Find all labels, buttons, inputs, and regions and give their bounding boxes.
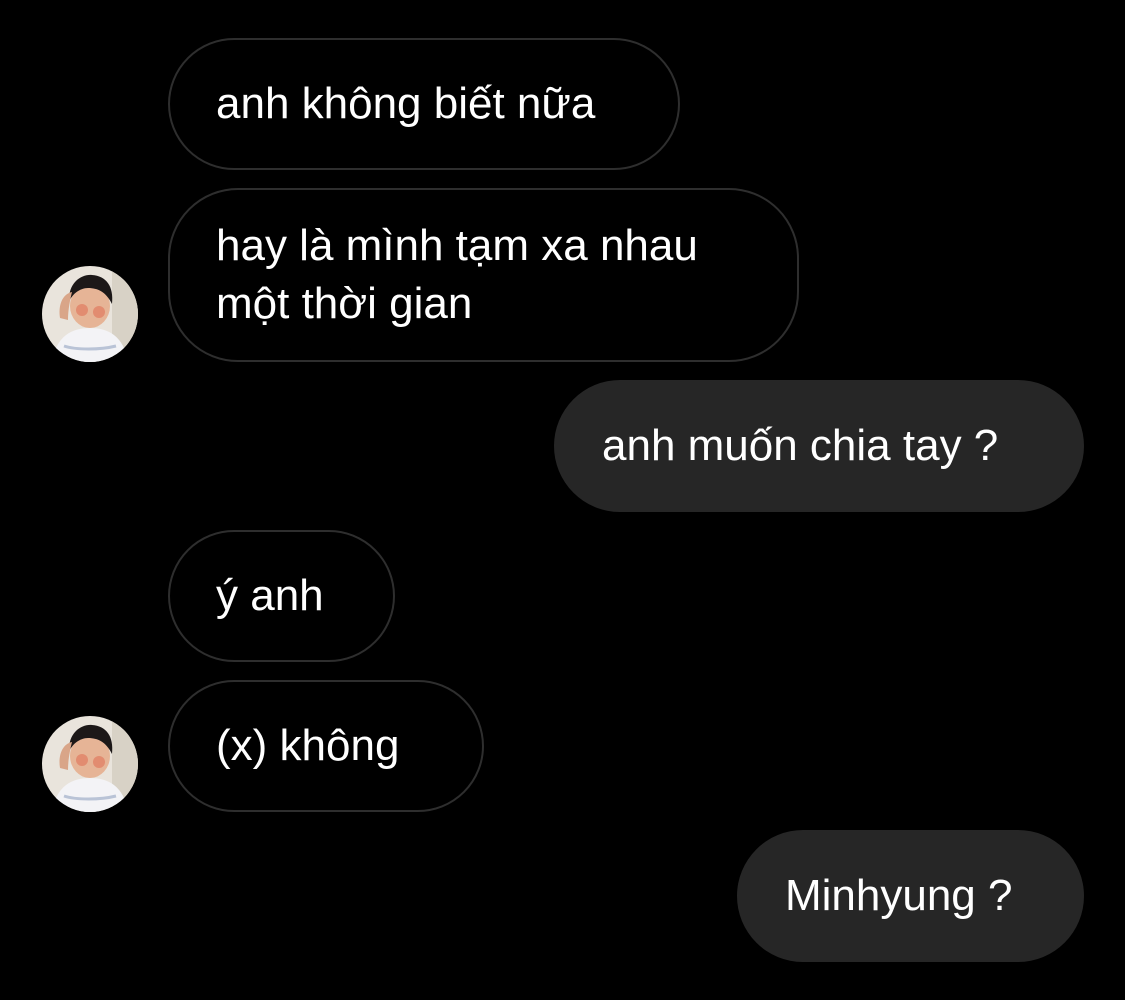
message-bubble-incoming[interactable]: anh không biết nữa bbox=[168, 38, 680, 170]
sender-avatar[interactable] bbox=[42, 716, 138, 812]
message-text: ý anh bbox=[216, 571, 324, 620]
profile-photo-image bbox=[42, 266, 138, 362]
message-bubble-outgoing[interactable]: Minhyung ? bbox=[737, 830, 1084, 962]
message-text-line: một thời gian bbox=[216, 279, 473, 328]
sender-avatar[interactable] bbox=[42, 266, 138, 362]
message-text: Minhyung ? bbox=[785, 871, 1013, 920]
message-bubble-incoming[interactable]: ý anh bbox=[168, 530, 395, 662]
message-text: (x) không bbox=[216, 721, 400, 770]
message-bubble-incoming[interactable]: (x) không bbox=[168, 680, 484, 812]
message-text: anh không biết nữa bbox=[216, 79, 596, 128]
message-bubble-incoming[interactable]: hay là mình tạm xa nhau một thời gian bbox=[168, 188, 799, 362]
message-text-line: hay là mình tạm xa nhau bbox=[216, 221, 698, 270]
message-text: anh muốn chia tay ? bbox=[602, 421, 999, 470]
message-bubble-outgoing[interactable]: anh muốn chia tay ? bbox=[554, 380, 1084, 512]
profile-photo-image bbox=[42, 716, 138, 812]
